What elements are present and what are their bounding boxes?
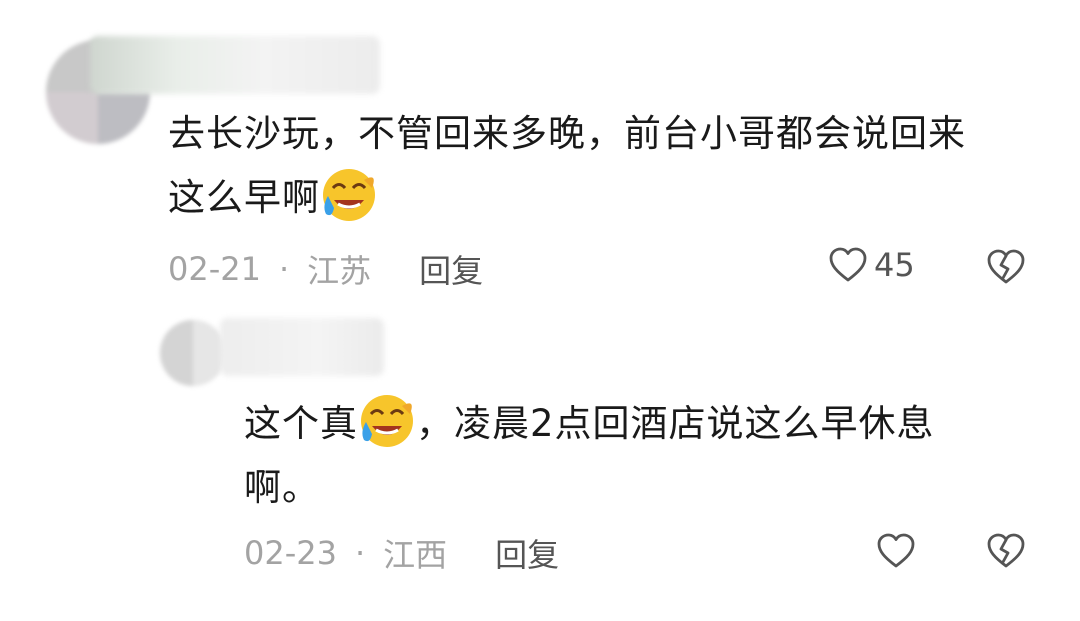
like-count: 45 <box>874 246 915 284</box>
meta-separator: · <box>354 534 366 572</box>
username[interactable] <box>220 318 384 376</box>
dislike-button[interactable] <box>986 248 1026 286</box>
comment-location: 江苏 <box>307 252 372 290</box>
broken-heart-icon <box>986 532 1026 570</box>
comment-text: 去长沙玩，不管回来多晚，前台小哥都会说回来 这么早啊 <box>168 102 966 230</box>
comment-date: 02-21 <box>168 250 261 288</box>
comment-text-line: 这个真 <box>244 402 358 445</box>
comment-text: 这个真 ，凌晨2点回酒店说这么早休息 啊。 <box>244 392 935 520</box>
reply-button[interactable]: 回复 <box>419 246 483 292</box>
laugh-cry-emoji-icon <box>320 166 378 224</box>
broken-heart-icon <box>986 248 1026 286</box>
comment-location: 江西 <box>383 536 448 574</box>
heart-icon <box>876 532 916 570</box>
laugh-cry-emoji-icon <box>358 392 416 450</box>
like-button[interactable] <box>876 532 916 570</box>
comment-text-line: 去长沙玩，不管回来多晚，前台小哥都会说回来 <box>168 112 966 155</box>
comment-meta: 02-23 · 江西 回复 <box>244 530 559 576</box>
comment-meta: 02-21 · 江苏 回复 <box>168 246 483 292</box>
avatar[interactable] <box>160 320 226 386</box>
like-button[interactable]: 45 <box>828 246 915 284</box>
comment-text-line: 这么早啊 <box>168 176 320 219</box>
username[interactable] <box>90 36 380 94</box>
comment-text-line: ，凌晨2点回酒店说这么早休息 <box>416 402 935 445</box>
heart-icon <box>828 246 868 284</box>
comment-text-line: 啊。 <box>244 466 320 509</box>
comment-date: 02-23 <box>244 534 337 572</box>
meta-separator: · <box>278 250 290 288</box>
dislike-button[interactable] <box>986 532 1026 570</box>
reply-button[interactable]: 回复 <box>495 530 559 576</box>
